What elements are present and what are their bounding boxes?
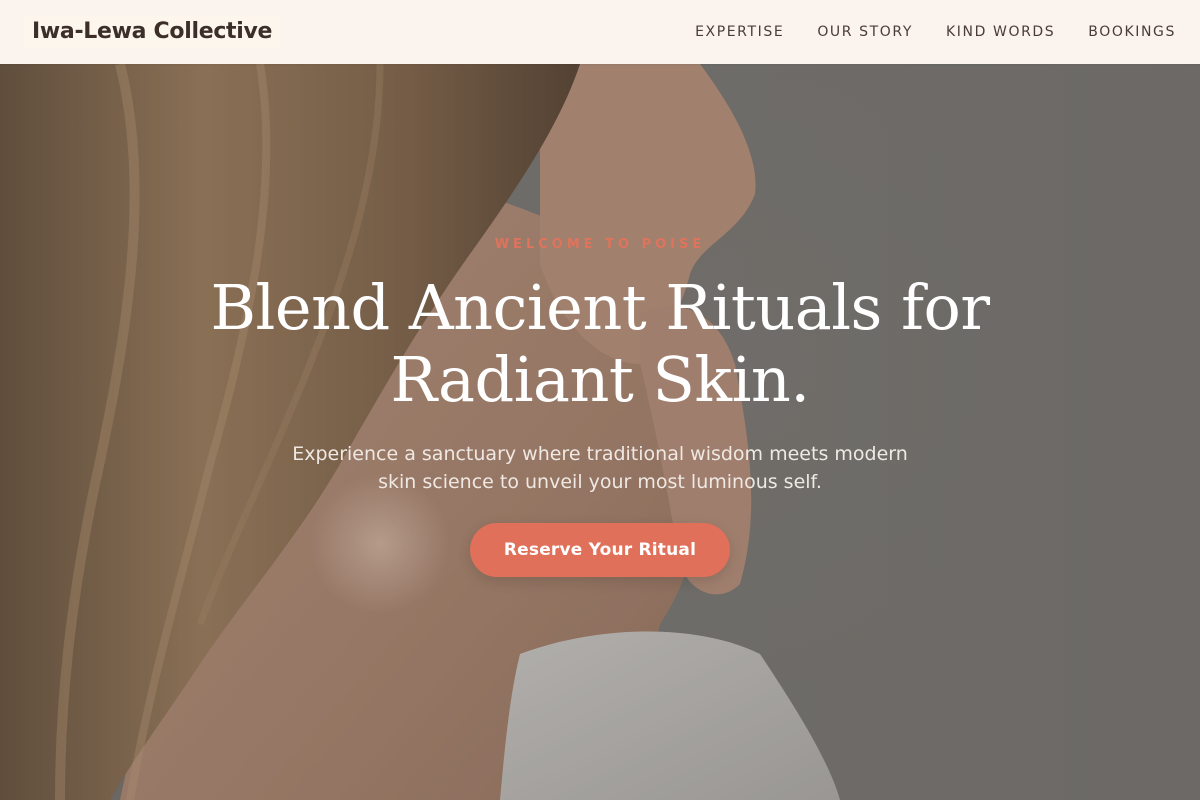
- hero-headline-line-1: Blend Ancient Rituals for: [210, 271, 991, 344]
- nav-link-expertise[interactable]: EXPERTISE: [695, 24, 784, 40]
- nav-link-our-story[interactable]: OUR STORY: [817, 24, 913, 40]
- hero-eyebrow: WELCOME TO POISE: [494, 237, 706, 252]
- nav-link-kind-words[interactable]: KIND WORDS: [946, 24, 1055, 40]
- main-nav: EXPERTISE OUR STORY KIND WORDS BOOKINGS: [662, 24, 1176, 40]
- site-header: Iwa-Lewa Collective EXPERTISE OUR STORY …: [0, 0, 1200, 64]
- hero-subtext-line-2: skin science to unveil your most luminou…: [378, 471, 822, 493]
- hero-content: WELCOME TO POISE Blend Ancient Rituals f…: [0, 64, 1200, 800]
- reserve-ritual-button[interactable]: Reserve Your Ritual: [470, 523, 730, 577]
- hero-subtext-line-1: Experience a sanctuary where traditional…: [292, 443, 908, 465]
- hero-headline: Blend Ancient Rituals for Radiant Skin.: [150, 272, 1050, 416]
- brand-logo-link[interactable]: Iwa-Lewa Collective: [24, 16, 281, 48]
- hero-subtext: Experience a sanctuary where traditional…: [250, 440, 950, 496]
- nav-link-bookings[interactable]: BOOKINGS: [1088, 24, 1176, 40]
- hero-headline-line-2: Radiant Skin.: [390, 343, 810, 416]
- hero-section: WELCOME TO POISE Blend Ancient Rituals f…: [0, 64, 1200, 800]
